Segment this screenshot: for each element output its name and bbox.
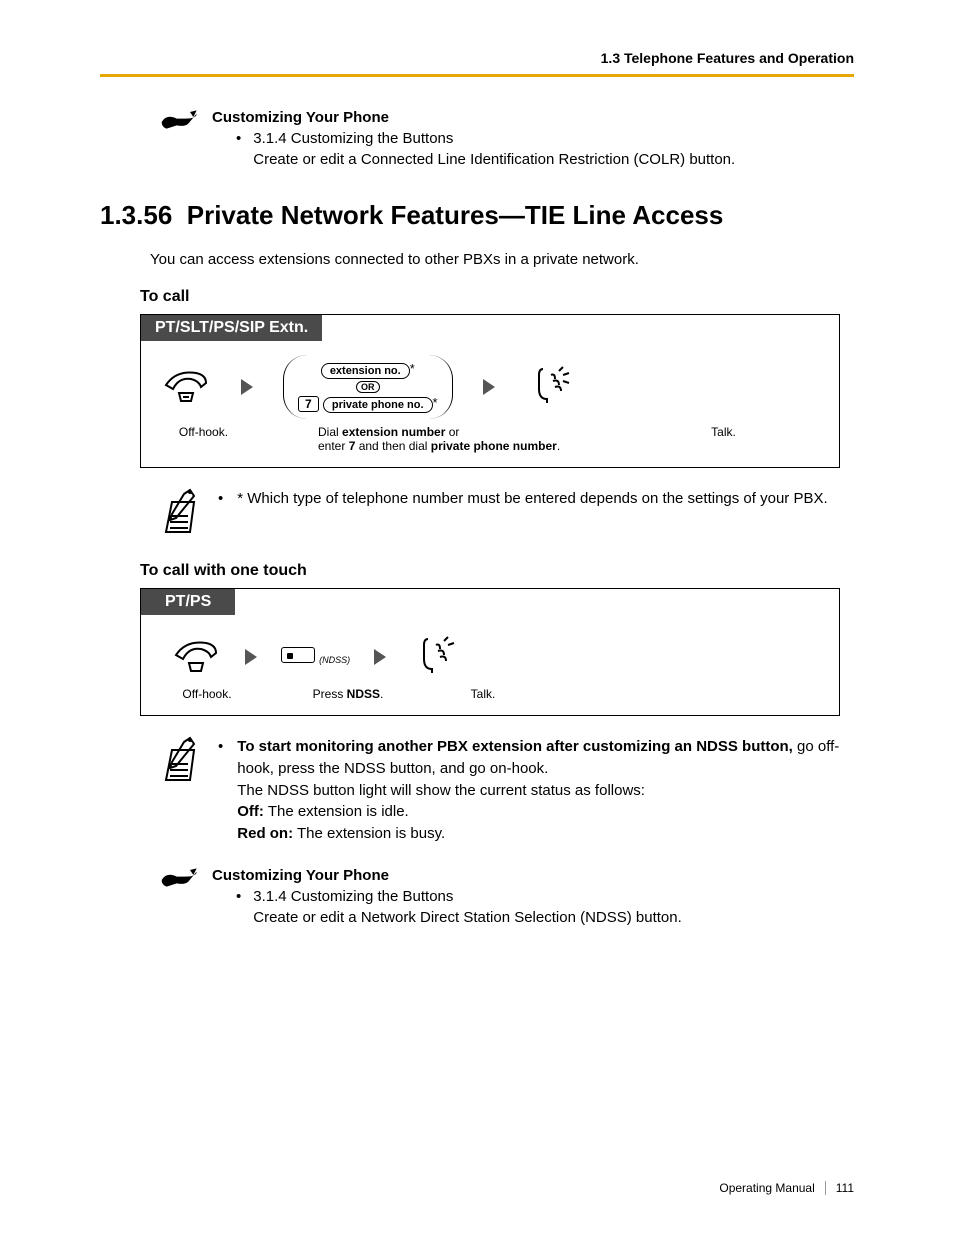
header-rule bbox=[100, 74, 854, 77]
pencil-note-icon bbox=[160, 736, 200, 790]
talk-icon bbox=[410, 635, 460, 679]
callout-desc: Create or edit a Connected Line Identifi… bbox=[253, 149, 735, 170]
note2-off-text: The extension is idle. bbox=[264, 803, 409, 820]
page-footer: Operating Manual 111 bbox=[719, 1181, 854, 1195]
talk-icon bbox=[525, 365, 575, 409]
subhead-to-call: To call bbox=[140, 288, 854, 306]
bullet-icon: • bbox=[236, 128, 241, 170]
customize-callout-1: Customizing Your Phone • 3.1.4 Customizi… bbox=[160, 107, 854, 170]
section-intro: You can access extensions connected to o… bbox=[150, 251, 854, 268]
offhook-icon bbox=[161, 365, 211, 409]
or-badge: OR bbox=[356, 381, 380, 393]
callout-title: Customizing Your Phone bbox=[212, 865, 854, 886]
arrow-icon bbox=[241, 379, 253, 395]
note-pbx-settings: • * Which type of telephone number must … bbox=[160, 488, 854, 542]
arrow-icon bbox=[483, 379, 495, 395]
note-text: * Which type of telephone number must be… bbox=[237, 488, 827, 510]
subhead-one-touch: To call with one touch bbox=[140, 562, 854, 580]
hand-point-icon bbox=[160, 865, 200, 903]
note2-line2: The NDSS button light will show the curr… bbox=[237, 782, 645, 799]
section-number: 1.3.56 bbox=[100, 200, 172, 230]
customize-callout-2: Customizing Your Phone • 3.1.4 Customizi… bbox=[160, 865, 854, 928]
private-no-pill: private phone no. bbox=[323, 397, 433, 413]
key-7: 7 bbox=[298, 396, 319, 412]
caption-dial: Dial extension number or enter 7 and the… bbox=[318, 425, 598, 453]
ext-no-pill: extension no. bbox=[321, 363, 410, 379]
procedure-tab: PT/PS bbox=[141, 589, 235, 615]
note2-red-text: The extension is busy. bbox=[293, 825, 445, 842]
bullet-icon: • bbox=[236, 886, 241, 928]
caption-talk: Talk. bbox=[628, 425, 819, 453]
bullet-icon: • bbox=[218, 736, 223, 845]
ndss-label: (NDSS) bbox=[319, 655, 350, 665]
procedure-one-touch: PT/PS (NDSS) Off-hook. Press NDSS. Talk. bbox=[140, 588, 840, 716]
section-title-text: Private Network Features—TIE Line Access bbox=[187, 200, 724, 230]
caption-press-ndss: Press NDSS. bbox=[303, 687, 393, 701]
callout-desc: Create or edit a Network Direct Station … bbox=[253, 907, 682, 928]
bullet-icon: • bbox=[218, 488, 223, 510]
note2-bold: To start monitoring another PBX extensio… bbox=[237, 738, 793, 755]
note-ndss-status: • To start monitoring another PBX extens… bbox=[160, 736, 854, 845]
arrow-icon bbox=[374, 649, 386, 665]
pencil-note-icon bbox=[160, 488, 200, 542]
note2-off-label: Off: bbox=[237, 803, 264, 820]
caption-offhook: Off-hook. bbox=[171, 687, 243, 701]
callout-title: Customizing Your Phone bbox=[212, 107, 854, 128]
footer-page-number: 111 bbox=[836, 1181, 854, 1195]
note2-red-label: Red on: bbox=[237, 825, 293, 842]
procedure-to-call: PT/SLT/PS/SIP Extn. extension no.* OR 7 … bbox=[140, 314, 840, 468]
hand-point-icon bbox=[160, 107, 200, 145]
dial-options: extension no.* OR 7 private phone no.* bbox=[283, 355, 453, 419]
footer-label: Operating Manual bbox=[719, 1181, 814, 1195]
callout-ref: 3.1.4 Customizing the Buttons bbox=[253, 128, 735, 149]
section-heading: 1.3.56 Private Network Features—TIE Line… bbox=[100, 200, 854, 231]
caption-offhook: Off-hook. bbox=[161, 425, 246, 453]
caption-talk: Talk. bbox=[453, 687, 513, 701]
page-header: 1.3 Telephone Features and Operation bbox=[100, 50, 854, 74]
ndss-button: (NDSS) bbox=[281, 647, 350, 667]
procedure-tab: PT/SLT/PS/SIP Extn. bbox=[141, 315, 322, 341]
offhook-icon bbox=[171, 635, 221, 679]
arrow-icon bbox=[245, 649, 257, 665]
callout-ref: 3.1.4 Customizing the Buttons bbox=[253, 886, 682, 907]
